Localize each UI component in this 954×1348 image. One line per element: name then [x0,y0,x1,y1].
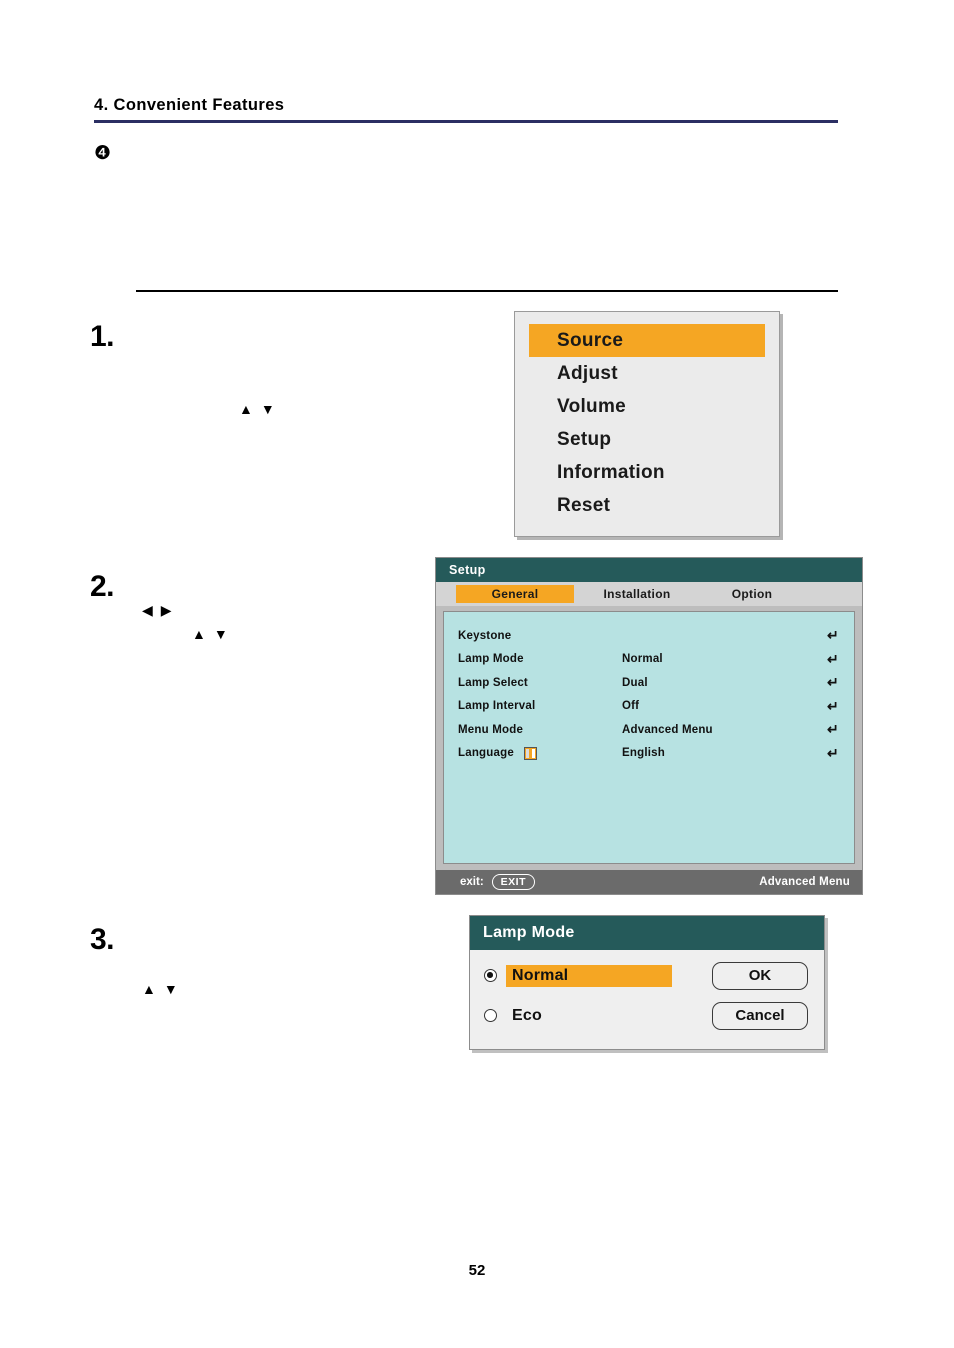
exit-hint-label: exit: [460,876,484,888]
radio-button-icon[interactable] [484,1009,497,1022]
setting-label: Lamp Select [458,676,528,689]
setup-dialog-title: Setup [436,558,862,582]
osd-lamp-mode-dialog: Lamp Mode Normal Eco OK Cancel [469,915,825,1050]
menu-item-reset[interactable]: Reset [515,489,779,522]
setting-row-language[interactable]: Language English ↵ [444,742,854,766]
menu-item-information[interactable]: Information [515,456,779,489]
setting-row-menu-mode[interactable]: Menu Mode Advanced Menu ↵ [444,718,854,742]
setting-label: Keystone [458,629,512,642]
arrow-left-icon: ◀ [142,602,161,618]
arrow-up-icon: ▲ [142,981,164,997]
steps-divider-rule [136,290,838,292]
tab-installation[interactable]: Installation [578,585,696,603]
osd-setup-dialog: Setup General Installation Option Keysto… [435,557,863,895]
section-bullet-number: ❹ [94,143,112,164]
menu-item-volume[interactable]: Volume [515,390,779,423]
radio-option-normal[interactable]: Normal [484,962,702,989]
setting-value: Normal [622,653,663,666]
setting-row-keystone[interactable]: Keystone ↵ [444,624,854,648]
setting-label: Language [458,747,514,760]
setup-tab-bar: General Installation Option [436,582,862,606]
setting-row-lamp-interval[interactable]: Lamp Interval Off ↵ [444,695,854,719]
setting-label: Lamp Interval [458,700,536,713]
lamp-mode-radio-group: Normal Eco [484,962,702,1042]
ok-button[interactable]: OK [712,962,808,990]
language-globe-icon [523,746,537,760]
enter-arrow-icon[interactable]: ↵ [818,674,848,691]
enter-arrow-icon[interactable]: ↵ [818,698,848,715]
lamp-mode-dialog-buttons: OK Cancel [712,962,808,1042]
arrow-down-icon: ▼ [163,981,186,997]
arrow-down-icon: ▼ [213,626,236,642]
setting-value: Off [622,700,640,713]
setting-value: Advanced Menu [622,723,713,736]
lamp-mode-dialog-body: Normal Eco OK Cancel [470,950,824,1042]
enter-arrow-icon[interactable]: ↵ [818,745,848,762]
setting-label: Lamp Mode [458,653,524,666]
osd-main-menu: Source Adjust Volume Setup Information R… [514,311,780,537]
radio-button-icon[interactable] [484,969,497,982]
lamp-mode-dialog-title: Lamp Mode [470,916,824,950]
arrow-up-icon: ▲ [239,401,261,417]
step-3-arrow-keys: ▲▼ [142,982,186,996]
arrow-right-icon: ▶ [160,602,180,618]
setting-row-lamp-mode[interactable]: Lamp Mode Normal ↵ [444,648,854,672]
radio-label: Normal [506,964,672,987]
enter-arrow-icon[interactable]: ↵ [818,627,848,644]
page-title: 4. Convenient Features [94,96,285,114]
step-1-number: 1. [90,320,115,353]
enter-arrow-icon[interactable]: ↵ [818,721,848,738]
setting-label-wrap: Language [444,746,622,760]
page-number: 52 [468,1262,486,1279]
step-1-arrow-keys: ▲▼ [239,402,283,416]
step-2-arrow-keys-vertical: ▲▼ [192,627,236,641]
cancel-button[interactable]: Cancel [712,1002,808,1030]
menu-item-adjust[interactable]: Adjust [515,357,779,390]
menu-item-source[interactable]: Source [529,324,765,357]
menu-item-setup[interactable]: Setup [515,423,779,456]
enter-arrow-icon[interactable]: ↵ [818,651,848,668]
setup-footer-bar: exit: EXIT Advanced Menu [436,870,862,894]
tab-general[interactable]: General [456,585,574,603]
page-header: 4. Convenient Features [94,96,838,124]
exit-button[interactable]: EXIT [491,874,535,890]
menu-mode-label: Advanced Menu [759,876,850,888]
tab-option[interactable]: Option [702,585,802,603]
header-rule [94,120,838,124]
setting-row-lamp-select[interactable]: Lamp Select Dual ↵ [444,671,854,695]
setting-value: English [622,747,665,760]
step-2-arrow-keys-horizontal: ◀▶ [142,603,180,617]
step-2-number: 2. [90,570,115,603]
setup-settings-list: Keystone ↵ Lamp Mode Normal ↵ Lamp Selec… [443,611,855,864]
step-3-number: 3. [90,923,115,956]
radio-label: Eco [512,1006,542,1024]
arrow-down-icon: ▼ [260,401,283,417]
setting-label: Menu Mode [458,723,524,736]
setting-value: Dual [622,676,648,689]
radio-option-eco[interactable]: Eco [484,1002,702,1029]
arrow-up-icon: ▲ [192,626,214,642]
